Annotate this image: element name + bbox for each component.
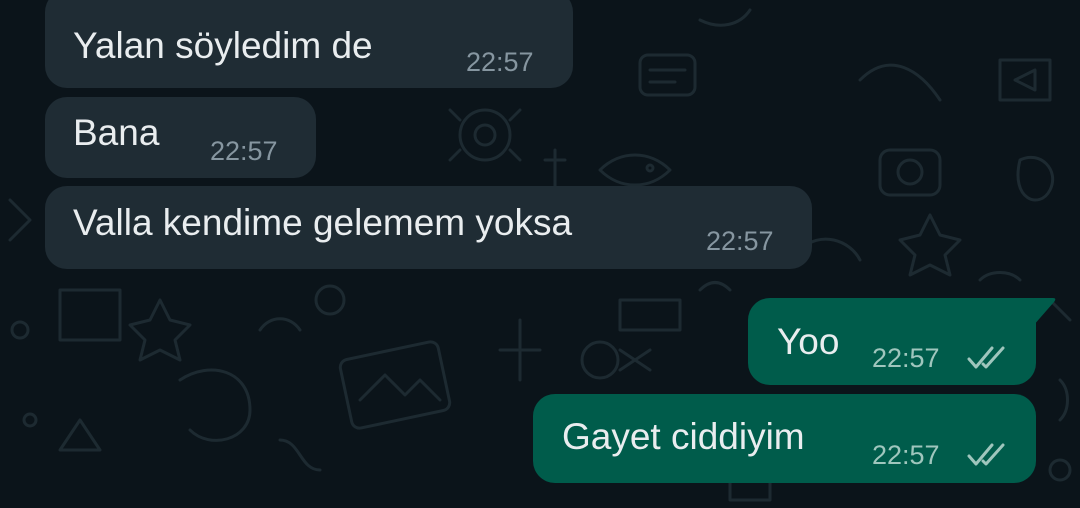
- message-bubble-incoming[interactable]: Bana 22:57: [45, 97, 316, 178]
- message-bubble-outgoing[interactable]: Yoo 22:57: [748, 298, 1036, 385]
- message-timestamp: 22:57: [210, 136, 278, 166]
- message-timestamp: 22:57: [872, 343, 940, 373]
- message-text: Valla kendime gelemem yoksa: [73, 202, 573, 243]
- message-timestamp: 22:57: [706, 226, 774, 256]
- message-bubble-incoming[interactable]: Yalan söyledim de 22:57: [45, 0, 573, 88]
- message-text: Bana: [73, 112, 160, 153]
- message-text: Yalan söyledim de: [73, 25, 373, 66]
- message-timestamp: 22:57: [466, 47, 534, 77]
- double-check-icon: [967, 443, 1005, 466]
- double-check-icon: [967, 346, 1005, 369]
- message-text: Yoo: [777, 321, 840, 362]
- message-text: Gayet ciddiyim: [562, 416, 805, 457]
- message-timestamp: 22:57: [872, 440, 940, 470]
- message-bubble-incoming[interactable]: Valla kendime gelemem yoksa 22:57: [45, 186, 812, 269]
- message-bubble-outgoing[interactable]: Gayet ciddiyim 22:57: [533, 394, 1036, 483]
